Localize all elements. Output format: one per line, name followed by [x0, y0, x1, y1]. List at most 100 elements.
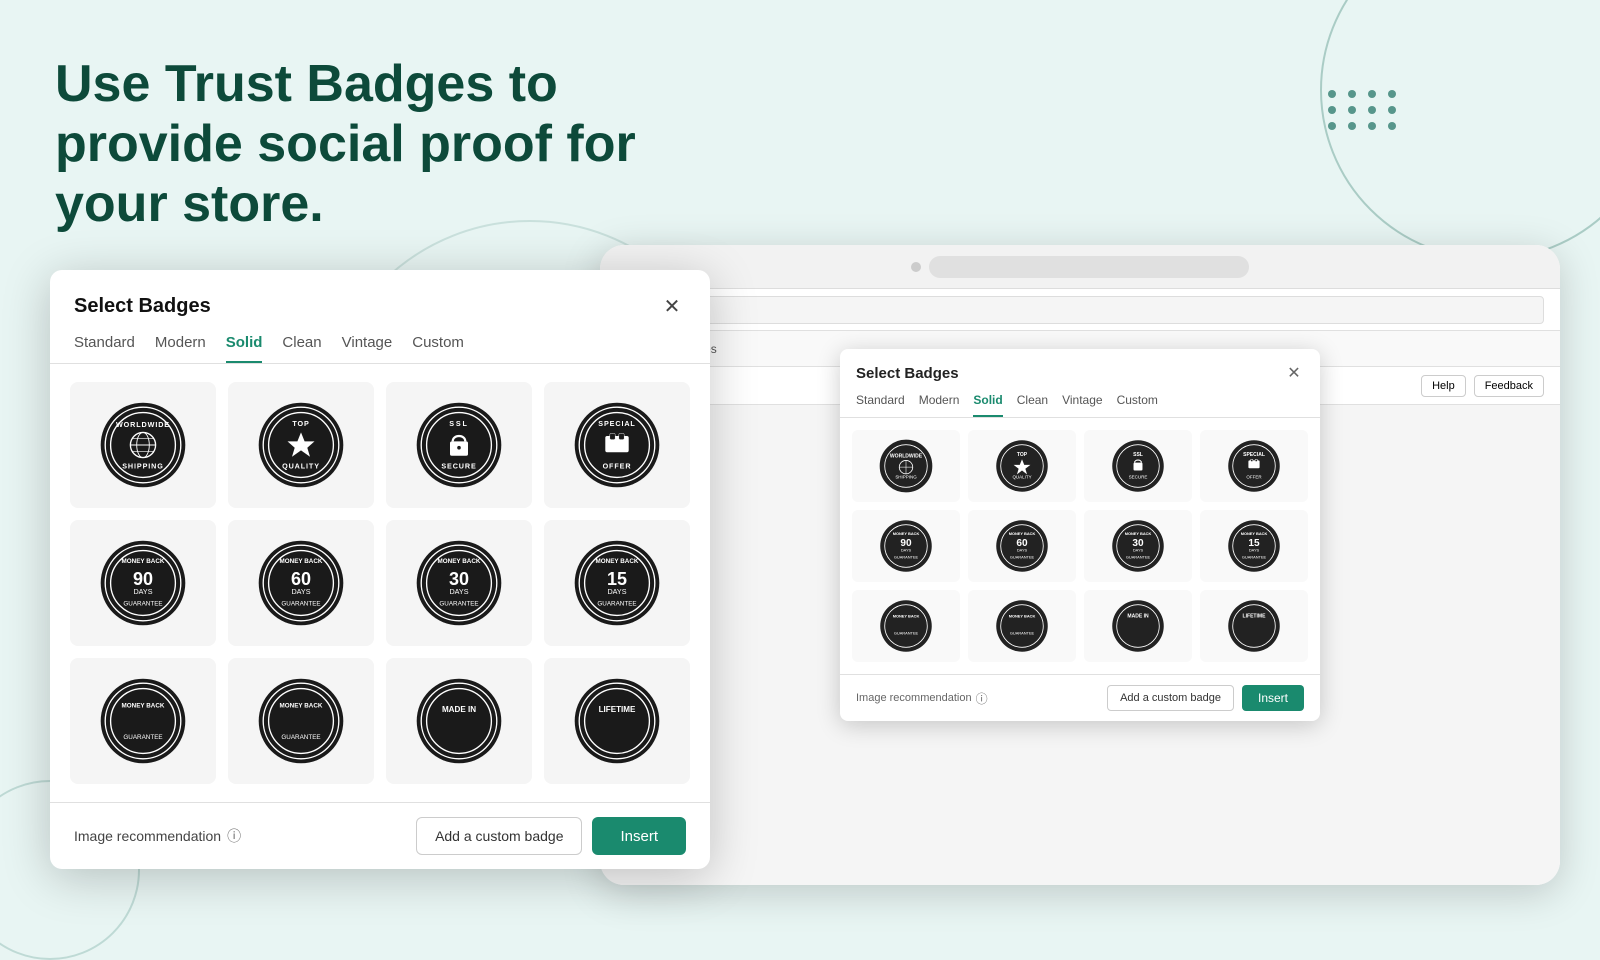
small-tab-solid[interactable]: Solid [973, 393, 1002, 417]
small-custom-badge-button[interactable]: Add a custom badge [1107, 685, 1234, 711]
main-tab-vintage[interactable]: Vintage [342, 334, 393, 363]
main-badge-ssl-secure[interactable]: SSL SECURE [386, 382, 532, 508]
svg-text:GUARANTEE: GUARANTEE [1126, 554, 1151, 559]
small-modal-close-button[interactable]: ✕ [1284, 363, 1304, 383]
small-tab-standard[interactable]: Standard [856, 393, 905, 417]
small-badge-ssl-secure[interactable]: SSL SECURE [1084, 430, 1192, 502]
svg-text:SSL: SSL [449, 419, 468, 428]
svg-text:MONEY BACK: MONEY BACK [1125, 531, 1152, 536]
small-badge-special-offer[interactable]: SPECIAL OFFER [1200, 430, 1308, 502]
main-modal-close-button[interactable]: ✕ [658, 292, 686, 320]
svg-text:MONEY BACK: MONEY BACK [280, 703, 323, 710]
svg-text:GUARANTEE: GUARANTEE [1010, 554, 1035, 559]
svg-text:SECURE: SECURE [441, 461, 476, 470]
svg-text:90: 90 [133, 569, 153, 589]
svg-text:DAYS: DAYS [1133, 548, 1144, 553]
main-badge-made-in[interactable]: MADE IN [386, 658, 532, 784]
main-tab-standard[interactable]: Standard [74, 334, 135, 363]
svg-text:GUARANTEE: GUARANTEE [894, 630, 919, 635]
svg-text:MONEY BACK: MONEY BACK [1009, 531, 1036, 536]
add-custom-badge-button[interactable]: Add a custom badge [416, 817, 582, 855]
main-tab-modern[interactable]: Modern [155, 334, 206, 363]
svg-text:GUARANTEE: GUARANTEE [1242, 554, 1267, 559]
small-tab-modern[interactable]: Modern [919, 393, 960, 417]
feedback-button[interactable]: Feedback [1474, 375, 1544, 397]
small-modal-header: Select Badges ✕ [840, 349, 1320, 383]
small-tab-clean[interactable]: Clean [1017, 393, 1048, 417]
main-badge-mb-60days[interactable]: MONEY BACK 60 DAYS GUARANTEE [228, 520, 374, 646]
svg-text:MONEY BACK: MONEY BACK [893, 531, 920, 536]
main-badge-worldwide-shipping[interactable]: WORLDWIDE SHIPPING [70, 382, 216, 508]
small-tab-custom[interactable]: Custom [1117, 393, 1158, 417]
small-badge-mb-90[interactable]: MONEY BACK 90 DAYS GUARANTEE [852, 510, 960, 582]
image-recommendation-label: Image recommendation [74, 828, 221, 844]
main-badge-mb-extra-b[interactable]: MONEY BACK GUARANTEE [228, 658, 374, 784]
tablet-header: 🔍 Search [600, 289, 1560, 331]
svg-text:MONEY BACK: MONEY BACK [893, 614, 920, 619]
main-modal-footer: Image recommendation ⓘ Add a custom badg… [50, 802, 710, 869]
main-badge-mb-30days[interactable]: MONEY BACK 30 DAYS GUARANTEE [386, 520, 532, 646]
svg-text:SSL: SSL [1133, 452, 1143, 458]
main-modal-title: Select Badges [74, 295, 211, 318]
small-badge-mb-15[interactable]: MONEY BACK 15 DAYS GUARANTEE [1200, 510, 1308, 582]
small-badge-mb-30[interactable]: MONEY BACK 30 DAYS GUARANTEE [1084, 510, 1192, 582]
small-badge-mb-extra1[interactable]: MONEY BACK GUARANTEE [852, 590, 960, 662]
small-badge-mb-extra2[interactable]: MONEY BACK GUARANTEE [968, 590, 1076, 662]
svg-text:LIFETIME: LIFETIME [599, 705, 636, 714]
tablet-content: 🔍 Search / Settings / Badges ngs Plan He… [600, 289, 1560, 885]
svg-text:GUARANTEE: GUARANTEE [1010, 630, 1035, 635]
main-badge-top-quality[interactable]: TOP QUALITY [228, 382, 374, 508]
svg-text:SPECIAL: SPECIAL [1243, 452, 1265, 458]
svg-text:GUARANTEE: GUARANTEE [123, 734, 162, 741]
help-button[interactable]: Help [1421, 375, 1466, 397]
svg-text:MONEY BACK: MONEY BACK [122, 558, 165, 565]
svg-text:SHIPPING: SHIPPING [895, 474, 917, 479]
tablet-search-bar[interactable]: 🔍 Search [616, 296, 1544, 324]
svg-text:TOP: TOP [1017, 452, 1028, 458]
svg-text:MADE IN: MADE IN [1127, 614, 1149, 620]
svg-text:GUARANTEE: GUARANTEE [281, 734, 320, 741]
svg-text:SHIPPING: SHIPPING [122, 461, 164, 470]
small-badge-made-in[interactable]: MADE IN [1084, 590, 1192, 662]
tablet-dot-1 [911, 262, 921, 272]
svg-text:TOP: TOP [292, 419, 309, 428]
svg-text:MONEY BACK: MONEY BACK [122, 703, 165, 710]
svg-text:GUARANTEE: GUARANTEE [597, 601, 636, 608]
main-badge-mb-extra-a[interactable]: MONEY BACK GUARANTEE [70, 658, 216, 784]
small-badge-lifetime[interactable]: LIFETIME [1200, 590, 1308, 662]
small-modal-title: Select Badges [856, 365, 959, 382]
insert-button[interactable]: Insert [592, 817, 686, 855]
main-badge-mb-90days[interactable]: MONEY BACK 90 DAYS GUARANTEE [70, 520, 216, 646]
small-select-badges-modal: Select Badges ✕ Standard Modern Solid Cl… [840, 349, 1320, 721]
svg-text:QUALITY: QUALITY [282, 461, 320, 470]
svg-text:MADE IN: MADE IN [442, 705, 476, 714]
svg-text:LIFETIME: LIFETIME [1243, 614, 1267, 620]
main-tab-clean[interactable]: Clean [282, 334, 321, 363]
small-image-rec-label: Image recommendation [856, 692, 972, 704]
main-badge-special-offer[interactable]: SPECIAL OFFER [544, 382, 690, 508]
svg-text:OFFER: OFFER [1246, 474, 1262, 479]
svg-text:60: 60 [291, 569, 311, 589]
small-modal-tabs: Standard Modern Solid Clean Vintage Cust… [840, 383, 1320, 418]
svg-text:MONEY BACK: MONEY BACK [1241, 531, 1268, 536]
svg-text:SPECIAL: SPECIAL [598, 419, 635, 428]
svg-text:DAYS: DAYS [1017, 548, 1028, 553]
main-tab-custom[interactable]: Custom [412, 334, 464, 363]
svg-text:OFFER: OFFER [603, 461, 632, 470]
tablet-top-bar [600, 245, 1560, 289]
main-badge-mb-15days[interactable]: MONEY BACK 15 DAYS GUARANTEE [544, 520, 690, 646]
small-badge-worldwide-shipping[interactable]: WORLDWIDE SHIPPING [852, 430, 960, 502]
svg-text:QUALITY: QUALITY [1012, 474, 1031, 479]
small-insert-button[interactable]: Insert [1242, 685, 1304, 711]
main-badge-lifetime[interactable]: LIFETIME [544, 658, 690, 784]
svg-text:30: 30 [449, 569, 469, 589]
small-modal-footer: Image recommendation ⓘ Add a custom badg… [840, 674, 1320, 721]
small-badge-mb-60[interactable]: MONEY BACK 60 DAYS GUARANTEE [968, 510, 1076, 582]
svg-text:WORLDWIDE: WORLDWIDE [890, 454, 923, 460]
svg-text:MONEY BACK: MONEY BACK [596, 558, 639, 565]
main-tab-solid[interactable]: Solid [226, 334, 263, 363]
svg-text:DAYS: DAYS [449, 587, 468, 596]
small-tab-vintage[interactable]: Vintage [1062, 393, 1102, 417]
svg-text:GUARANTEE: GUARANTEE [281, 601, 320, 608]
small-badge-top-quality[interactable]: TOP QUALITY [968, 430, 1076, 502]
